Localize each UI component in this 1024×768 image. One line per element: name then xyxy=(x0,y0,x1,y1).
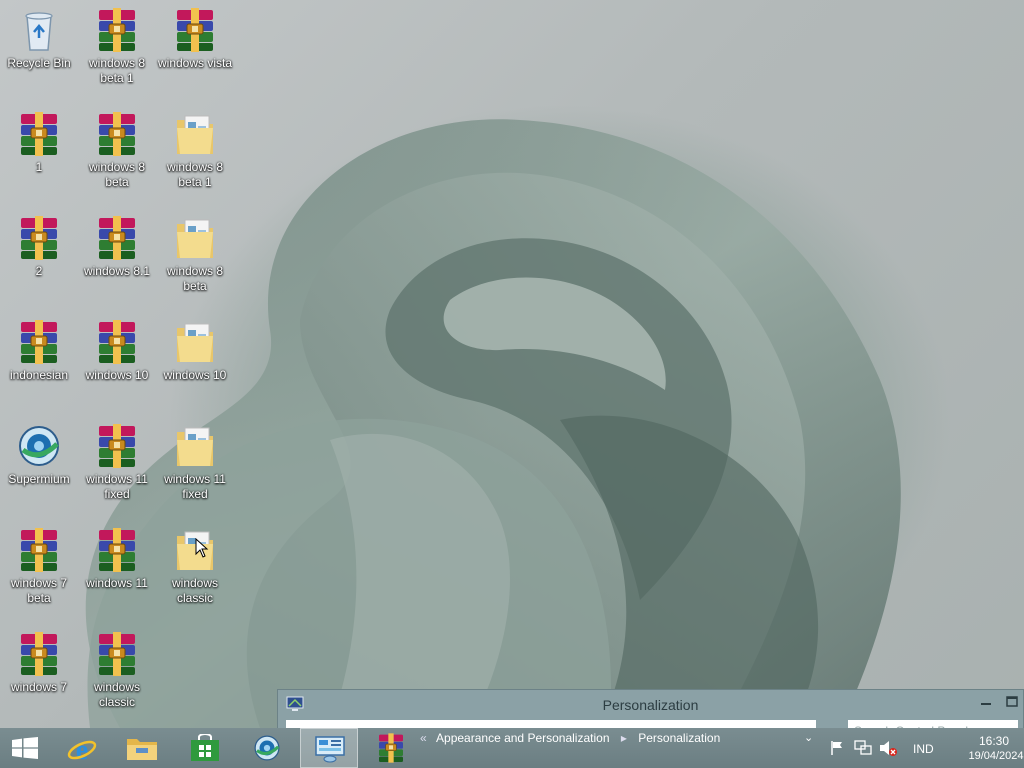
mouse-cursor-icon xyxy=(195,538,209,558)
desktop-icon-archive[interactable]: 1 xyxy=(1,110,77,175)
desktop-icon-archive[interactable]: windows classic xyxy=(79,630,155,710)
breadcrumb-personalization[interactable]: Personalization xyxy=(638,731,720,745)
desktop-icon-archive[interactable]: windows 10 xyxy=(79,318,155,383)
desktop-icon-label: 1 xyxy=(35,160,43,174)
desktop-icon-label: windows 8.1 xyxy=(83,264,151,278)
archive-icon xyxy=(15,214,63,262)
folder-icon xyxy=(171,110,219,158)
archive-icon xyxy=(93,422,141,470)
desktop-icon-archive[interactable]: windows 8.1 xyxy=(79,214,155,279)
svg-text:e: e xyxy=(76,735,88,764)
control-panel-icon xyxy=(315,736,345,763)
archive-icon xyxy=(93,318,141,366)
desktop-icon-label: Recycle Bin xyxy=(7,56,71,70)
desktop-icon-folder[interactable]: windows 8 beta xyxy=(157,214,233,294)
desktop-icon-archive[interactable]: windows 11 xyxy=(79,526,155,591)
desktop-icon-label: windows classic xyxy=(171,576,219,605)
desktop-icon-label: windows 11 xyxy=(86,576,148,590)
recycle-bin-icon xyxy=(15,6,63,54)
desktop-icon-recycle-bin[interactable]: Recycle Bin xyxy=(1,6,77,71)
archive-icon xyxy=(15,110,63,158)
desktop-icon-folder[interactable]: windows 10 xyxy=(157,318,233,383)
desktop-icon-archive[interactable]: windows 8 beta xyxy=(79,110,155,190)
desktop-icon-archive[interactable]: windows 11 fixed xyxy=(79,422,155,502)
desktop-icon-folder[interactable]: windows 11 fixed xyxy=(157,422,233,502)
window-address-strip[interactable]: « Appearance and Personalization ▸ Perso… xyxy=(420,728,824,768)
volume-muted-icon[interactable] xyxy=(878,739,898,757)
archive-icon xyxy=(93,6,141,54)
desktop-icon-label: windows 10 xyxy=(163,368,227,382)
action-center-flag-icon[interactable] xyxy=(830,740,844,756)
desktop-icon-label: windows 8 beta xyxy=(88,160,146,189)
clock-date[interactable]: 19/04/2024 xyxy=(966,750,1024,762)
folder-icon xyxy=(127,739,157,760)
desktop-icon-label: 2 xyxy=(35,264,43,278)
browser-icon xyxy=(252,733,282,763)
taskbar-internet-explorer[interactable]: e xyxy=(52,728,110,768)
desktop-icon-archive[interactable]: windows 7 xyxy=(1,630,77,695)
archive-icon xyxy=(93,214,141,262)
store-icon xyxy=(191,734,219,761)
desktop-icon-label: windows 8 beta 1 xyxy=(166,160,224,189)
clock-time[interactable]: 16:30 xyxy=(966,734,1022,748)
folder-icon xyxy=(171,214,219,262)
desktop-icon-label: windows 8 beta xyxy=(166,264,224,293)
desktop-icon-folder[interactable]: windows 8 beta 1 xyxy=(157,110,233,190)
window-title: Personalization xyxy=(602,697,699,713)
internet-explorer-icon: e xyxy=(67,735,97,764)
taskbar: e « Appearance and Personalization ▸ Per… xyxy=(0,728,1024,768)
desktop-icon-label: windows 11 fixed xyxy=(86,472,148,501)
archive-icon xyxy=(15,526,63,574)
system-tray: IND 16:30 19/04/2024 xyxy=(824,728,1024,768)
desktop-icon-supermium[interactable]: Supermium xyxy=(1,422,77,487)
input-language[interactable]: IND xyxy=(913,742,934,756)
desktop-icon-archive[interactable]: windows 7 beta xyxy=(1,526,77,606)
minimize-icon[interactable] xyxy=(978,694,994,710)
archive-icon xyxy=(93,110,141,158)
breadcrumb-appearance[interactable]: Appearance and Personalization xyxy=(436,731,609,745)
desktop-icon-label: windows 8 beta 1 xyxy=(88,56,146,85)
breadcrumb-separator-icon: « xyxy=(420,731,427,745)
window-titlebar[interactable]: Personalization xyxy=(278,690,1023,720)
taskbar-control-panel[interactable] xyxy=(300,728,358,768)
archive-icon xyxy=(93,630,141,678)
desktop-icon-archive[interactable]: windows vista xyxy=(157,6,233,71)
taskbar-supermium[interactable] xyxy=(238,728,296,768)
network-icon[interactable] xyxy=(854,739,872,757)
archive-icon xyxy=(15,318,63,366)
address-dropdown-icon[interactable]: ⌄ xyxy=(804,731,813,744)
desktop-icon-label: windows 10 xyxy=(85,368,149,382)
desktop-icon-archive[interactable]: 2 xyxy=(1,214,77,279)
desktop-icon-label: windows 7 beta xyxy=(10,576,68,605)
start-button[interactable] xyxy=(0,728,50,768)
browser-icon xyxy=(15,422,63,470)
taskbar-winrar[interactable] xyxy=(362,728,420,768)
taskbar-file-explorer[interactable] xyxy=(112,728,172,768)
desktop[interactable]: Recycle Bin windows 8 beta 1 windows vis… xyxy=(0,0,1024,728)
desktop-icon-label: windows classic xyxy=(93,680,141,709)
folder-icon xyxy=(171,318,219,366)
archive-icon xyxy=(93,526,141,574)
desktop-icon-archive[interactable]: windows 8 beta 1 xyxy=(79,6,155,86)
desktop-icon-label: windows 11 fixed xyxy=(164,472,226,501)
breadcrumb-chevron-icon: ▸ xyxy=(620,731,627,745)
taskbar-store[interactable] xyxy=(176,728,234,768)
desktop-icon-label: Supermium xyxy=(8,472,70,486)
desktop-icon-label: indonesian xyxy=(9,368,69,382)
desktop-icon-label: windows vista xyxy=(157,56,233,70)
maximize-icon[interactable] xyxy=(1004,694,1020,710)
desktop-icon-label: windows 7 xyxy=(10,680,68,694)
windows-logo-icon xyxy=(12,737,38,759)
breadcrumb: « Appearance and Personalization ▸ Perso… xyxy=(420,731,720,745)
folder-icon xyxy=(171,422,219,470)
archive-icon xyxy=(171,6,219,54)
archive-icon xyxy=(15,630,63,678)
desktop-icon-archive[interactable]: indonesian xyxy=(1,318,77,383)
archive-icon xyxy=(375,732,407,764)
